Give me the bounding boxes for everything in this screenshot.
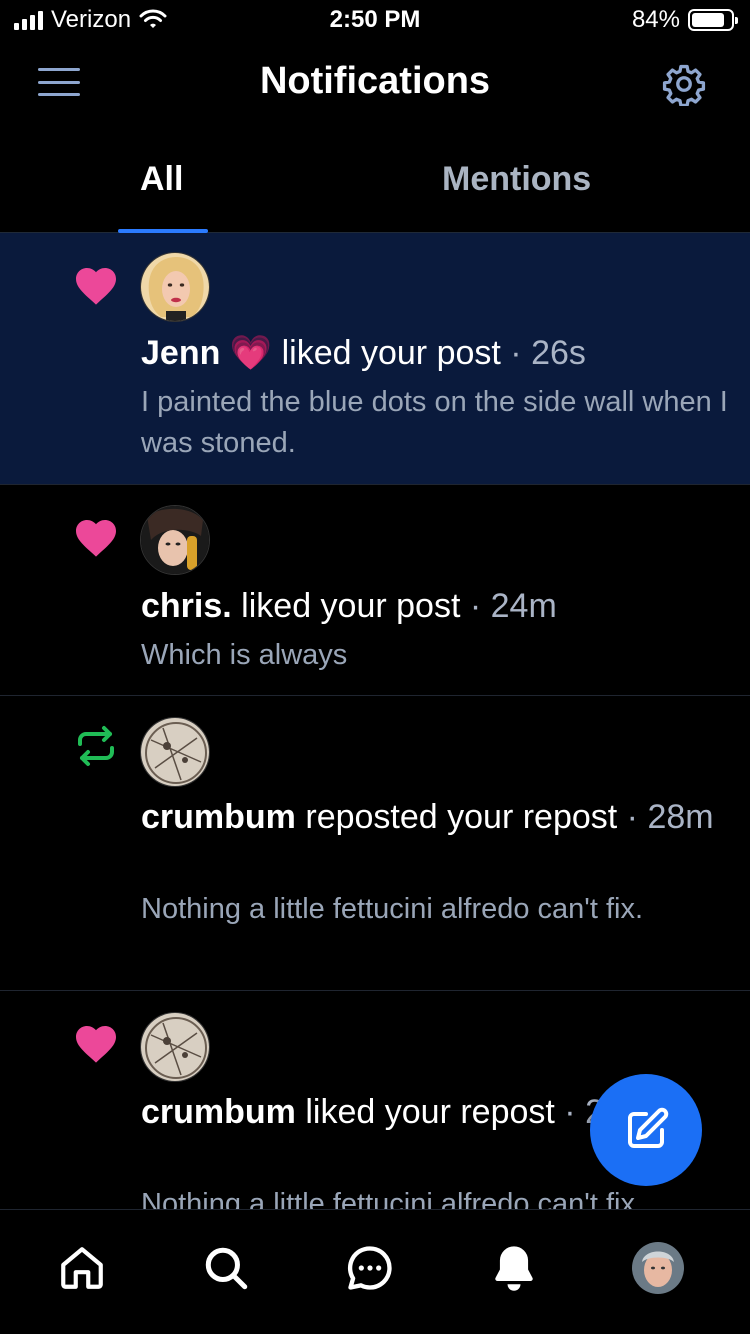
notification-action: liked your post — [241, 587, 461, 625]
notification-time: 28m — [647, 798, 714, 836]
nav-chat[interactable] — [342, 1240, 398, 1296]
status-right: 84% — [631, 6, 738, 34]
notification-item[interactable]: chris. liked your post · 24m Which is al… — [0, 485, 750, 696]
search-icon — [205, 1247, 248, 1290]
home-icon — [61, 1247, 103, 1289]
author-name[interactable]: crumbum — [141, 1093, 296, 1131]
notification-action: liked your post — [281, 334, 501, 372]
compose-icon — [628, 1107, 669, 1148]
post-snippet: I painted the blue dots on the side wall… — [141, 386, 728, 459]
nav-search[interactable] — [198, 1240, 254, 1296]
bell-icon — [495, 1246, 533, 1291]
notification-item[interactable]: Jenn 💗 liked your post · 26s I painted t… — [0, 233, 750, 485]
status-bar: Verizon 2:50 PM 84% — [0, 0, 750, 40]
notification-action: liked your repost — [305, 1093, 555, 1131]
battery-percent: 84% — [631, 6, 680, 33]
nav-home[interactable] — [54, 1240, 110, 1296]
screen: Verizon 2:50 PM 84% Notifications All Me… — [0, 0, 750, 1334]
bottom-nav — [0, 1209, 750, 1334]
post-snippet: Which is always — [141, 639, 348, 671]
heart-icon — [76, 268, 116, 305]
notification-action: reposted your repost — [305, 798, 618, 836]
post-snippet: Nothing a little fettucini alfredo can't… — [141, 893, 644, 925]
tab-bar: All Mentions — [0, 140, 750, 233]
page-title: Notifications — [259, 60, 491, 102]
notification-text: crumbum reposted your repost · 28m — [141, 798, 714, 836]
notification-time: 24m — [490, 587, 557, 625]
heart-icon — [76, 520, 116, 557]
profile-avatar — [632, 1242, 684, 1294]
notification-text: Jenn 💗 liked your post · 26s — [141, 334, 586, 372]
author-name[interactable]: Jenn — [141, 334, 220, 372]
avatar[interactable] — [140, 1012, 210, 1082]
chat-icon — [347, 1246, 392, 1290]
author-name[interactable]: crumbum — [141, 798, 296, 836]
avatar[interactable] — [140, 505, 210, 575]
tab-mentions[interactable]: Mentions — [442, 160, 591, 199]
battery-icon — [688, 9, 738, 31]
author-emoji: 💗 — [229, 334, 273, 372]
author-name[interactable]: chris. — [141, 587, 232, 625]
repost-icon — [78, 726, 114, 766]
app-header: Notifications — [0, 40, 750, 130]
compose-button[interactable] — [590, 1074, 702, 1186]
notification-time: 26s — [531, 334, 586, 372]
tab-all[interactable]: All — [140, 160, 183, 199]
nav-profile[interactable] — [630, 1240, 686, 1296]
avatar[interactable] — [140, 717, 210, 787]
notification-item[interactable]: crumbum reposted your repost · 28m Nothi… — [0, 696, 750, 991]
notification-text: chris. liked your post · 24m — [141, 587, 557, 625]
gear-icon[interactable] — [662, 62, 706, 106]
avatar[interactable] — [140, 252, 210, 322]
notification-feed[interactable]: Jenn 💗 liked your post · 26s I painted t… — [0, 233, 750, 1209]
nav-notifications[interactable] — [486, 1240, 542, 1296]
post-snippet: Nothing a little fettucini alfredo can't… — [141, 1188, 644, 1209]
heart-icon — [76, 1026, 116, 1063]
